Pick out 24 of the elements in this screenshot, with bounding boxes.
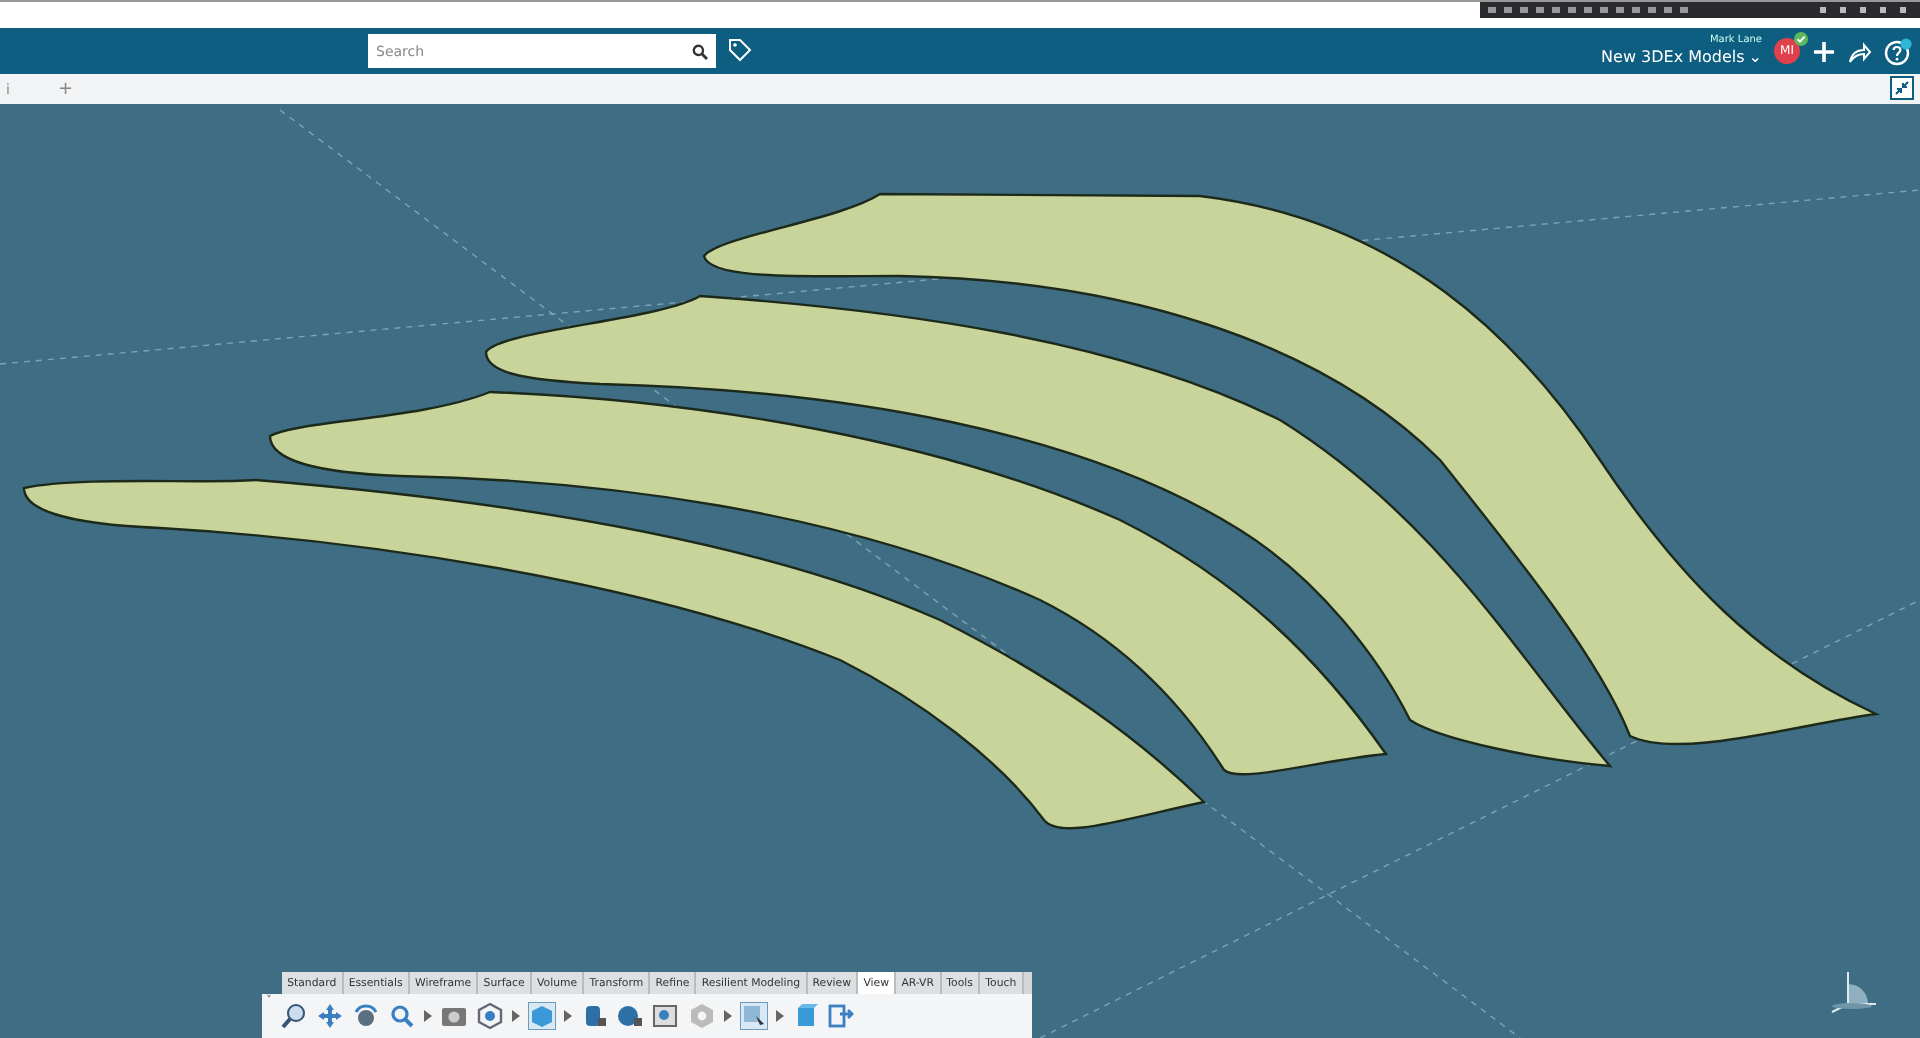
tag-icon[interactable] xyxy=(728,38,752,62)
collection-dropdown[interactable]: New 3DEx Models ⌄ xyxy=(1601,48,1762,68)
expand-arrow-icon[interactable] xyxy=(424,1010,432,1022)
cylinder-icon[interactable] xyxy=(580,1002,608,1030)
collapse-icon[interactable] xyxy=(1890,76,1914,100)
hexagon-view-icon[interactable] xyxy=(476,1002,504,1030)
expand-arrow-icon[interactable] xyxy=(512,1010,520,1022)
share-icon[interactable] xyxy=(1848,39,1872,63)
select-box-icon[interactable] xyxy=(740,1002,768,1030)
expand-arrow-icon[interactable] xyxy=(776,1010,784,1022)
search-view-icon[interactable] xyxy=(652,1002,680,1030)
expand-arrow-icon[interactable] xyxy=(724,1010,732,1022)
expand-arrow-icon[interactable] xyxy=(564,1010,572,1022)
search-icon[interactable] xyxy=(692,43,708,59)
rotate-icon[interactable] xyxy=(352,1002,380,1030)
plus-icon[interactable] xyxy=(1812,39,1836,63)
globe-icon[interactable] xyxy=(616,1002,644,1030)
box-icon[interactable] xyxy=(792,1002,820,1030)
camera-icon[interactable] xyxy=(440,1002,468,1030)
move-icon[interactable] xyxy=(316,1002,344,1030)
export-icon[interactable] xyxy=(828,1002,856,1030)
help-icon[interactable] xyxy=(1884,37,1912,65)
zoom-icon[interactable] xyxy=(280,1002,308,1030)
magnifier-icon[interactable] xyxy=(388,1002,416,1030)
